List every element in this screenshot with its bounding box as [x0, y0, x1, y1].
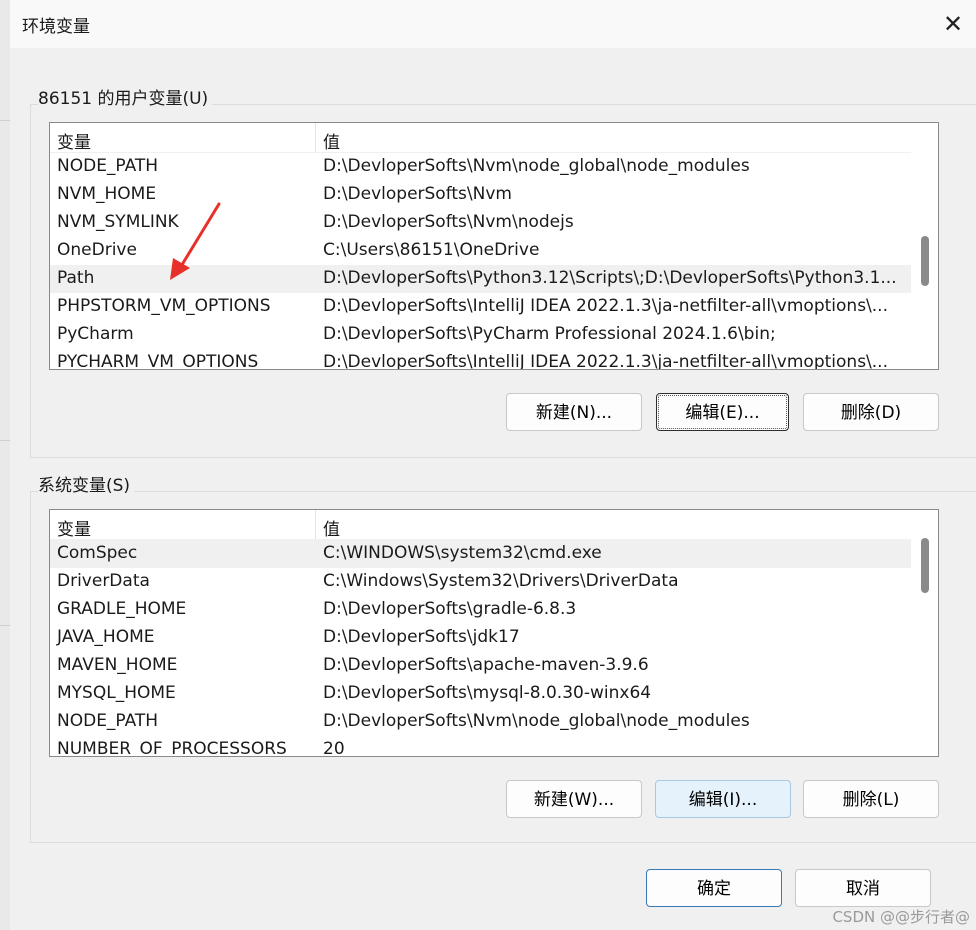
table-row[interactable]: NVM_HOME D:\DevloperSofts\Nvm — [50, 181, 938, 209]
variable-name: PYCHARM_VM_OPTIONS — [57, 352, 259, 370]
variable-name: PyCharm — [57, 324, 134, 344]
variable-name: MAVEN_HOME — [57, 655, 178, 675]
table-row[interactable]: PHPSTORM_VM_OPTIONS D:\DevloperSofts\Inte… — [50, 293, 938, 321]
list-header: 变量 值 — [50, 510, 938, 540]
window-title: 环境变量 — [22, 17, 90, 37]
system-variables-list[interactable]: 变量 值 ComSpec C:\WINDOWS\system32\cmd.exe D… — [49, 509, 939, 757]
variable-value: D:\DevloperSofts\Nvm\nodejs — [323, 212, 574, 232]
watermark: CSDN @@步行者@ — [832, 908, 970, 926]
user-variables-rows: NODE_PATH D:\DevloperSofts\Nvm\node_globa… — [50, 153, 938, 370]
variable-value: 20 — [323, 739, 345, 757]
variable-name: NODE_PATH — [57, 711, 159, 731]
variable-value: C:\Windows\System32\Drivers\DriverData — [323, 571, 679, 591]
variable-name: DriverData — [57, 571, 150, 591]
column-header-variable[interactable]: 变量 — [57, 128, 91, 153]
ok-button[interactable]: 确定 — [646, 869, 782, 907]
variable-value: D:\DevloperSofts\mysql-8.0.30-winx64 — [323, 683, 652, 703]
variable-value: D:\DevloperSofts\Nvm — [323, 184, 512, 204]
table-row[interactable]: NODE_PATH D:\DevloperSofts\Nvm\node_globa… — [50, 708, 938, 736]
variable-value: D:\DevloperSofts\gradle-6.8.3 — [323, 599, 577, 619]
variable-value: D:\DevloperSofts\Nvm\node_global\node_mo… — [323, 711, 750, 731]
variable-value: C:\Users\86151\OneDrive — [323, 240, 540, 260]
scrollbar-thumb[interactable] — [921, 538, 929, 593]
variable-name: Path — [57, 268, 95, 288]
column-header-value[interactable]: 值 — [323, 128, 340, 153]
table-row[interactable]: MAVEN_HOME D:\DevloperSofts\apache-maven-… — [50, 652, 938, 680]
variable-name: OneDrive — [57, 240, 137, 260]
variable-value: D:\DevloperSofts\Python3.12\Scripts\;D:\… — [323, 268, 897, 288]
table-row[interactable]: DriverData C:\Windows\System32\Drivers\Dr… — [50, 568, 938, 596]
variable-name: PHPSTORM_VM_OPTIONS — [57, 296, 271, 316]
scrollbar-thumb[interactable] — [921, 236, 929, 286]
table-row[interactable]: ComSpec C:\WINDOWS\system32\cmd.exe — [50, 540, 938, 568]
user-edit-button[interactable]: 编辑(E)... — [656, 393, 789, 431]
variable-name: ComSpec — [57, 543, 138, 563]
column-header-value[interactable]: 值 — [323, 515, 340, 540]
variable-name: NVM_SYMLINK — [57, 212, 179, 232]
list-header: 变量 值 — [50, 123, 938, 153]
close-icon[interactable]: ✕ — [930, 0, 976, 48]
table-row[interactable]: NODE_PATH D:\DevloperSofts\Nvm\node_globa… — [50, 153, 938, 181]
system-edit-button[interactable]: 编辑(I)... — [655, 780, 791, 818]
user-variables-label: 86151 的用户变量(U) — [38, 84, 213, 109]
user-variables-list[interactable]: 变量 值 NODE_PATH D:\DevloperSofts\Nvm\node_… — [49, 122, 939, 370]
system-variables-label: 系统变量(S) — [38, 471, 135, 496]
variable-name: NODE_PATH — [57, 156, 159, 176]
table-row[interactable]: PyCharm D:\DevloperSofts\PyCharm Professi… — [50, 321, 938, 349]
user-delete-button[interactable]: 删除(D) — [803, 393, 939, 431]
system-variables-rows: ComSpec C:\WINDOWS\system32\cmd.exe Driver… — [50, 540, 938, 757]
system-delete-button[interactable]: 删除(L) — [803, 780, 939, 818]
table-row[interactable]: PYCHARM_VM_OPTIONS D:\DevloperSofts\Intel… — [50, 349, 938, 370]
variable-name: JAVA_HOME — [57, 627, 155, 647]
variable-name: NUMBER_OF_PROCESSORS — [57, 739, 287, 757]
user-list-scrollbar[interactable] — [911, 123, 938, 369]
system-list-scrollbar[interactable] — [911, 510, 938, 756]
system-new-button[interactable]: 新建(W)... — [506, 780, 642, 818]
variable-value: D:\DevloperSofts\PyCharm Professional 20… — [323, 324, 776, 344]
table-row[interactable]: NVM_SYMLINK D:\DevloperSofts\Nvm\nodejs — [50, 209, 938, 237]
column-divider[interactable] — [315, 123, 316, 152]
variable-name: NVM_HOME — [57, 184, 157, 204]
table-row[interactable]: NUMBER_OF_PROCESSORS 20 — [50, 736, 938, 757]
table-row[interactable]: Path D:\DevloperSofts\Python3.12\Scripts\… — [50, 265, 938, 293]
user-new-button[interactable]: 新建(N)... — [506, 393, 642, 431]
variable-name: MYSQL_HOME — [57, 683, 176, 703]
variable-value: D:\DevloperSofts\jdk17 — [323, 627, 520, 647]
variable-name: GRADLE_HOME — [57, 599, 187, 619]
environment-variables-dialog: 环境变量 ✕ 86151 的用户变量(U) 变量 值 NODE_PATH D:\D… — [10, 0, 976, 930]
title-bar: 环境变量 ✕ — [10, 0, 976, 48]
column-divider[interactable] — [315, 510, 316, 539]
cancel-button[interactable]: 取消 — [795, 869, 931, 907]
variable-value: D:\DevloperSofts\Nvm\node_global\node_mo… — [323, 156, 750, 176]
table-row[interactable]: JAVA_HOME D:\DevloperSofts\jdk17 — [50, 624, 938, 652]
table-row[interactable]: OneDrive C:\Users\86151\OneDrive — [50, 237, 938, 265]
variable-value: D:\DevloperSofts\IntelliJ IDEA 2022.1.3\… — [323, 352, 888, 370]
table-row[interactable]: MYSQL_HOME D:\DevloperSofts\mysql-8.0.30-… — [50, 680, 938, 708]
table-row[interactable]: GRADLE_HOME D:\DevloperSofts\gradle-6.8.3 — [50, 596, 938, 624]
variable-value: D:\DevloperSofts\apache-maven-3.9.6 — [323, 655, 649, 675]
variable-value: C:\WINDOWS\system32\cmd.exe — [323, 543, 602, 563]
variable-value: D:\DevloperSofts\IntelliJ IDEA 2022.1.3\… — [323, 296, 888, 316]
column-header-variable[interactable]: 变量 — [57, 515, 91, 540]
